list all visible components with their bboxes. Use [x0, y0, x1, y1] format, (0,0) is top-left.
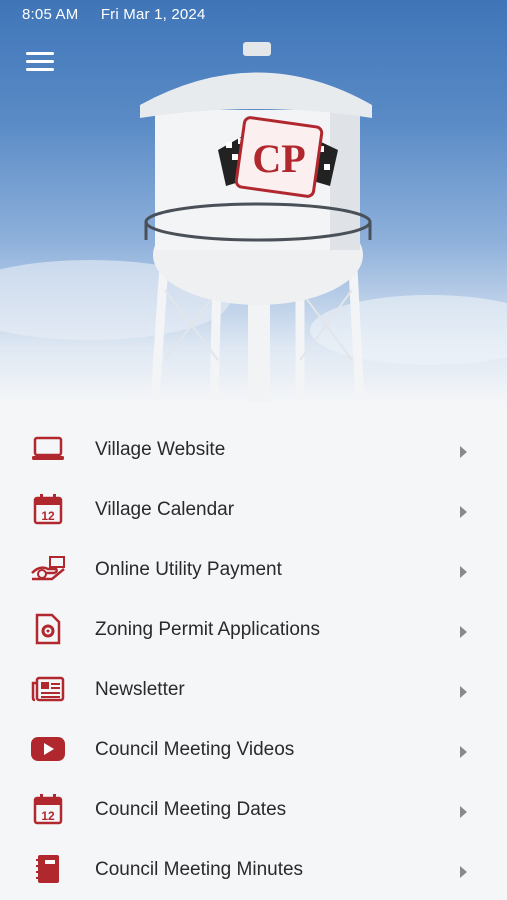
water-tower-image: CP — [0, 42, 507, 402]
menu-item-village-calendar[interactable]: 12 Village Calendar — [0, 480, 507, 540]
status-bar: 8:05 AM Fri Mar 1, 2024 — [22, 6, 224, 23]
svg-text:12: 12 — [41, 809, 55, 823]
menu-item-newsletter[interactable]: Newsletter — [0, 660, 507, 720]
menu-item-label: Council Meeting Videos — [95, 739, 295, 760]
calendar-icon: 12 — [30, 494, 66, 525]
menu-item-label: Zoning Permit Applications — [95, 619, 320, 640]
status-time: 8:05 AM — [22, 6, 79, 23]
hero-image: CP 8:05 AM Fri Mar 1, 2024 — [0, 0, 507, 405]
menu-item-label: Online Utility Payment — [95, 559, 282, 580]
tower-logo-text: CP — [252, 136, 305, 181]
menu-item-council-meeting-videos[interactable]: Council Meeting Videos — [0, 720, 507, 780]
menu-item-label: Council Meeting Dates — [95, 799, 287, 820]
laptop-icon — [30, 434, 66, 464]
menu-item-online-utility-payment[interactable]: Online Utility Payment — [0, 540, 507, 600]
document-gear-icon — [30, 613, 66, 645]
chevron-right-icon — [460, 566, 467, 578]
menu-item-council-meeting-dates[interactable]: 12 Council Meeting Dates — [0, 780, 507, 840]
menu-item-zoning-permit-applications[interactable]: Zoning Permit Applications — [0, 600, 507, 660]
chevron-right-icon — [460, 806, 467, 818]
hamburger-menu-icon[interactable] — [26, 52, 54, 74]
newspaper-icon — [30, 674, 66, 704]
menu-item-village-website[interactable]: Village Website — [0, 420, 507, 480]
chevron-right-icon — [460, 866, 467, 878]
menu-list: Village Website 12 Village Calendar Onli… — [0, 420, 507, 900]
status-date: Fri Mar 1, 2024 — [100, 6, 206, 23]
svg-text:12: 12 — [41, 509, 55, 523]
chevron-right-icon — [460, 446, 467, 458]
chevron-right-icon — [460, 686, 467, 698]
menu-item-label: Village Calendar — [95, 499, 235, 520]
chevron-right-icon — [460, 746, 467, 758]
payment-hand-icon — [30, 554, 66, 584]
menu-item-label: Village Website — [95, 439, 226, 460]
calendar-icon: 12 — [30, 794, 66, 825]
chevron-right-icon — [460, 506, 467, 518]
notebook-icon — [30, 854, 66, 884]
chevron-right-icon — [460, 626, 467, 638]
menu-item-label: Newsletter — [95, 679, 185, 700]
menu-item-council-meeting-minutes[interactable]: Council Meeting Minutes — [0, 840, 507, 900]
menu-item-label: Council Meeting Minutes — [95, 859, 304, 880]
youtube-icon — [30, 734, 66, 764]
